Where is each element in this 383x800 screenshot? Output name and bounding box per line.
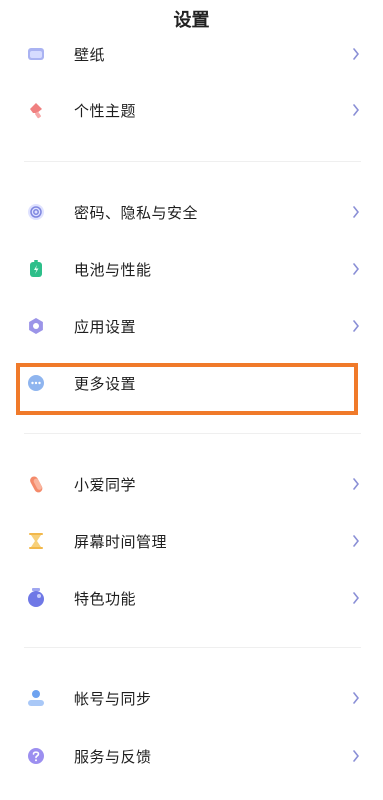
settings-item-label: 屏幕时间管理 xyxy=(74,532,168,551)
chevron-right-icon xyxy=(353,534,361,548)
fingerprint-icon xyxy=(26,202,46,222)
settings-item-label: 帐号与同步 xyxy=(74,689,152,708)
settings-item-theme[interactable]: 个性主题 xyxy=(0,82,383,138)
settings-item-service-feedback[interactable]: 服务与反馈 xyxy=(0,728,383,784)
settings-item-label: 小爱同学 xyxy=(74,475,137,494)
settings-item-label: 壁纸 xyxy=(74,45,106,64)
settings-item-special-features[interactable]: 特色功能 xyxy=(0,570,383,626)
chevron-right-icon xyxy=(353,319,361,333)
settings-item-account-sync[interactable]: 帐号与同步 xyxy=(0,670,383,726)
settings-item-label: 特色功能 xyxy=(74,589,137,608)
settings-item-wallpaper[interactable]: 壁纸 xyxy=(0,26,383,82)
settings-item-xiaoai[interactable]: 小爱同学 xyxy=(0,456,383,512)
settings-item-screen-time[interactable]: 屏幕时间管理 xyxy=(0,513,383,569)
chevron-right-icon xyxy=(353,103,361,117)
wallpaper-icon xyxy=(26,44,46,64)
settings-item-password-privacy[interactable]: 密码、隐私与安全 xyxy=(0,184,383,240)
settings-item-label: 个性主题 xyxy=(74,101,137,120)
chevron-right-icon xyxy=(353,205,361,219)
chevron-right-icon xyxy=(353,591,361,605)
settings-item-battery[interactable]: 电池与性能 xyxy=(0,241,383,297)
xiaoai-icon xyxy=(26,474,46,494)
chevron-right-icon xyxy=(353,477,361,491)
settings-item-app-settings[interactable]: 应用设置 xyxy=(0,298,383,354)
battery-icon xyxy=(26,259,46,279)
feature-jar-icon xyxy=(26,588,46,608)
help-icon xyxy=(26,746,46,766)
theme-brush-icon xyxy=(26,100,46,120)
account-icon xyxy=(26,688,46,708)
section-divider xyxy=(24,647,361,648)
hourglass-icon xyxy=(26,531,46,551)
settings-item-label: 电池与性能 xyxy=(74,260,152,279)
highlight-box xyxy=(16,363,358,415)
chevron-right-icon xyxy=(353,749,361,763)
settings-item-label: 服务与反馈 xyxy=(74,747,152,766)
settings-item-label: 密码、隐私与安全 xyxy=(74,203,199,222)
chevron-right-icon xyxy=(353,47,361,61)
settings-item-label: 应用设置 xyxy=(74,317,137,336)
gear-icon xyxy=(26,316,46,336)
chevron-right-icon xyxy=(353,691,361,705)
section-divider xyxy=(24,433,361,434)
chevron-right-icon xyxy=(353,262,361,276)
section-divider xyxy=(24,161,361,162)
